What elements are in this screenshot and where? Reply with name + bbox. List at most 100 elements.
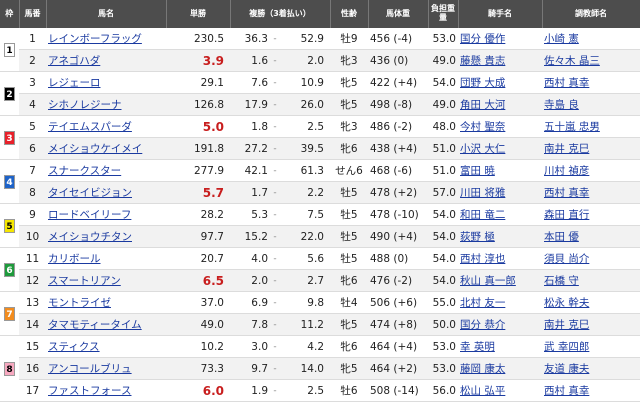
jockey-name: 北村 友一 (458, 291, 542, 314)
trainer-name-link[interactable]: 西村 真幸 (544, 187, 589, 199)
trainer-name: 南井 克巳 (542, 137, 640, 160)
trainer-name-link[interactable]: 本田 優 (544, 231, 579, 243)
horse-name-link[interactable]: シホノレジーナ (48, 99, 122, 111)
trainer-name-link[interactable]: 小崎 憲 (544, 33, 579, 45)
horse-name-link[interactable]: メイショウチタン (48, 231, 132, 243)
jockey-name-link[interactable]: 荻野 極 (460, 231, 495, 243)
jockey-name-link[interactable]: 国分 優作 (460, 33, 505, 45)
table-row: 10 メイショウチタン 97.7 15.2-22.0 牡5 490 (+4) 54.0 荻野 … (0, 225, 640, 248)
trainer-name-link[interactable]: 西村 真幸 (544, 385, 589, 397)
trainer-name: 西村 真幸 (542, 71, 640, 94)
win-odds: 5.0 (166, 115, 230, 138)
burden-weight: 53.0 (428, 335, 458, 358)
umaban-cell: 9 (19, 203, 46, 226)
table-header: 枠 馬番 馬名 単勝 複勝（3着払い） 性齢 馬体重 負担重量 騎手名 調教師名 (0, 0, 640, 28)
trainer-name-link[interactable]: 五十嵐 忠男 (544, 121, 600, 133)
place-odds-separator: - (270, 159, 280, 182)
horse-weight: 456 (-4) (368, 28, 428, 50)
jockey-name-link[interactable]: 松山 弘平 (460, 385, 505, 397)
win-odds: 191.8 (166, 137, 230, 160)
jockey-name-link[interactable]: 北村 友一 (460, 297, 505, 309)
horse-name-link[interactable]: ファストフォース (48, 385, 131, 397)
trainer-name-link[interactable]: 西村 真幸 (544, 77, 589, 89)
horse-name-link[interactable]: スマートリアン (48, 275, 121, 287)
jockey-name-link[interactable]: 西村 淳也 (460, 253, 505, 265)
table-row: 1 1 レインボーフラッグ 230.5 36.3-52.9 牡9 456 (-4) 53.0 国… (0, 28, 640, 72)
trainer-name-link[interactable]: 森田 直行 (544, 209, 589, 221)
horse-name-link[interactable]: スティクス (48, 341, 100, 353)
jockey-name-link[interactable]: 幸 英明 (460, 341, 495, 353)
table-row: 7 13 モントライゼ 37.0 6.9-9.8 牡4 506 (+6) 55.0 北村 友一 松… (0, 291, 640, 336)
jockey-name-link[interactable]: 和田 竜二 (460, 209, 505, 221)
horse-weight: 422 (+4) (368, 71, 428, 94)
jockey-name-link[interactable]: 川田 将雅 (460, 187, 505, 199)
jockey-name: 秋山 真一郎 (458, 269, 542, 292)
horse-name-link[interactable]: モントライゼ (48, 297, 111, 309)
place-odds-high: 52.9 (280, 28, 330, 50)
place-odds-high: 14.0 (280, 357, 330, 380)
horse-name-link[interactable]: タイセイビジョン (48, 187, 132, 199)
place-odds-low: 7.8 (230, 313, 270, 336)
horse-name-link[interactable]: レジェーロ (48, 77, 101, 89)
header-waku: 枠 (0, 0, 20, 28)
horse-name-link[interactable]: アネゴハダ (48, 55, 100, 67)
place-odds-separator: - (270, 28, 280, 50)
waku-cell: 7 (0, 291, 19, 336)
place-odds-high: 2.5 (280, 379, 330, 402)
win-odds: 277.9 (166, 159, 230, 182)
trainer-name: 川村 禎彦 (542, 159, 640, 182)
horse-name-link[interactable]: テイエムスパーダ (48, 121, 132, 133)
horse-name-link[interactable]: カリボール (48, 253, 101, 265)
jockey-name-link[interactable]: 角田 大河 (460, 99, 505, 111)
umaban-cell: 2 (19, 49, 46, 72)
horse-name-link[interactable]: ロードベイリーフ (48, 209, 131, 221)
jockey-name-link[interactable]: 藤懸 貴志 (460, 55, 505, 67)
trainer-name-link[interactable]: 川村 禎彦 (544, 165, 589, 177)
sex-age: 牝6 (330, 137, 368, 160)
jockey-name: 藤懸 貴志 (458, 49, 542, 72)
sex-age: 牡5 (330, 181, 368, 204)
table-row: 8 タイセイビジョン 5.7 1.7-2.2 牡5 478 (+2) 57.0 川田 将雅 西村… (0, 181, 640, 204)
horse-weight: 506 (+6) (368, 291, 428, 314)
horse-name-link[interactable]: スナークスター (48, 165, 121, 177)
trainer-name-link[interactable]: 友道 康夫 (544, 363, 589, 375)
sex-age: 牡5 (330, 203, 368, 226)
jockey-name-link[interactable]: 秋山 真一郎 (460, 275, 516, 287)
burden-weight: 54.0 (428, 71, 458, 94)
trainer-name-link[interactable]: 寺島 良 (544, 99, 579, 111)
trainer-name-link[interactable]: 南井 克巳 (544, 319, 589, 331)
win-odds: 37.0 (166, 291, 230, 314)
trainer-name-link[interactable]: 南井 克巳 (544, 143, 589, 155)
trainer-name-link[interactable]: 松永 幹夫 (544, 297, 589, 309)
trainer-name-link[interactable]: 佐々木 晶三 (544, 55, 600, 67)
horse-name-link[interactable]: レインボーフラッグ (48, 33, 142, 45)
win-odds: 230.5 (166, 28, 230, 50)
place-odds-high: 26.0 (280, 93, 330, 116)
win-odds: 10.2 (166, 335, 230, 358)
place-odds-high: 10.9 (280, 71, 330, 94)
burden-weight: 48.0 (428, 115, 458, 138)
jockey-name-link[interactable]: 富田 暁 (460, 165, 495, 177)
trainer-name-link[interactable]: 須貝 尚介 (544, 253, 589, 265)
horse-name: シホノレジーナ (46, 93, 166, 116)
table-row: 12 スマートリアン 6.5 2.0-2.7 牝6 476 (-2) 54.0 秋山 真一郎 石… (0, 269, 640, 292)
burden-weight: 54.0 (428, 247, 458, 270)
win-odds: 49.0 (166, 313, 230, 336)
jockey-name-link[interactable]: 今村 聖奈 (460, 121, 505, 133)
trainer-name-link[interactable]: 石橋 守 (544, 275, 579, 287)
jockey-name-link[interactable]: 団野 大成 (460, 77, 505, 89)
trainer-name-link[interactable]: 武 幸四郎 (544, 341, 589, 353)
umaban-cell: 11 (19, 247, 46, 270)
horse-name-link[interactable]: タマモティータイム (48, 319, 142, 331)
place-odds-separator: - (270, 181, 280, 204)
horse-name: レジェーロ (46, 71, 166, 94)
place-odds-low: 7.6 (230, 71, 270, 94)
horse-weight: 436 (0) (368, 49, 428, 72)
jockey-name-link[interactable]: 国分 恭介 (460, 319, 505, 331)
jockey-name: 松山 弘平 (458, 379, 542, 402)
horse-name-link[interactable]: メイショウケイメイ (48, 143, 142, 155)
jockey-name-link[interactable]: 藤岡 康太 (460, 363, 505, 375)
jockey-name: 国分 恭介 (458, 313, 542, 336)
jockey-name-link[interactable]: 小沢 大仁 (460, 143, 505, 155)
horse-name-link[interactable]: アンコールブリュ (48, 363, 132, 375)
